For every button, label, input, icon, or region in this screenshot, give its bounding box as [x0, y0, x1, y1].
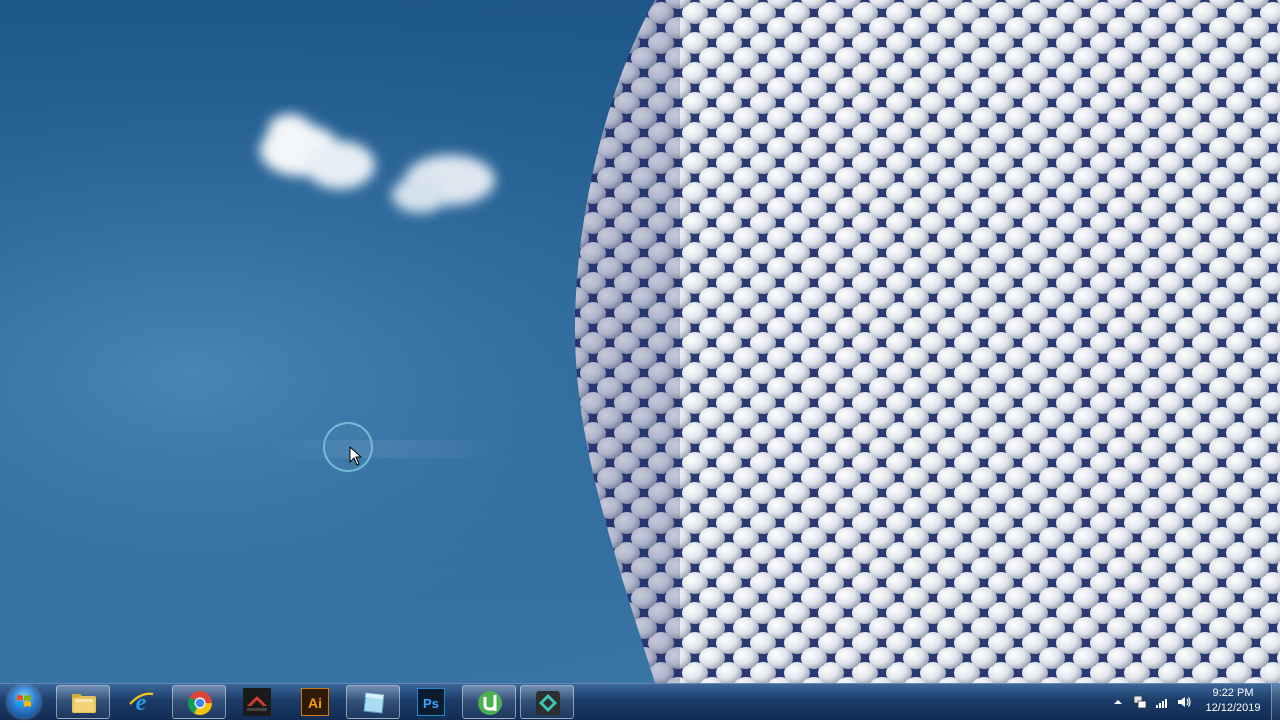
illustrator-icon: Ai — [301, 688, 329, 716]
taskbar-file-explorer[interactable] — [56, 685, 110, 719]
utorrent-icon — [478, 691, 502, 715]
show-hidden-icons-icon[interactable] — [1110, 694, 1126, 710]
taskbar: e Ai Ps 9:22 PM 12/12/2019 — [0, 683, 1280, 720]
desktop[interactable] — [0, 0, 1280, 720]
cursor-highlight-ring — [323, 422, 373, 472]
mouse-pointer-icon — [349, 446, 363, 466]
taskbar-chrome[interactable] — [172, 685, 226, 719]
start-button[interactable] — [4, 685, 44, 719]
app-icon — [243, 688, 271, 716]
taskbar-app-dark[interactable] — [230, 685, 284, 719]
network-icon[interactable] — [1132, 694, 1148, 710]
taskbar-illustrator[interactable]: Ai — [288, 685, 342, 719]
svg-text:Ai: Ai — [308, 695, 322, 711]
taskbar-photoshop[interactable]: Ps — [404, 685, 458, 719]
cursor-motion-trail — [270, 440, 505, 458]
internet-explorer-icon: e — [129, 690, 154, 716]
taskbar-filmora[interactable] — [520, 685, 574, 719]
photoshop-icon: Ps — [417, 688, 445, 716]
taskbar-app-blue[interactable] — [346, 685, 400, 719]
signal-icon[interactable] — [1154, 694, 1170, 710]
desktop-wallpaper — [0, 0, 1280, 683]
folder-icon — [72, 694, 96, 713]
clock-time: 9:22 PM — [1212, 687, 1254, 699]
show-desktop-button[interactable] — [1271, 684, 1280, 720]
svg-text:Ps: Ps — [423, 696, 439, 711]
windows-logo-icon — [8, 686, 40, 718]
filmora-icon — [536, 691, 560, 715]
volume-icon[interactable] — [1176, 694, 1192, 710]
taskbar-internet-explorer[interactable]: e — [114, 685, 168, 719]
clock-date: 12/12/2019 — [1205, 702, 1261, 714]
system-clock[interactable]: 9:22 PM 12/12/2019 — [1198, 686, 1268, 716]
app-icon — [363, 692, 385, 714]
taskbar-utorrent[interactable] — [462, 685, 516, 719]
building-facade — [575, 0, 1280, 683]
chrome-icon — [187, 691, 212, 716]
